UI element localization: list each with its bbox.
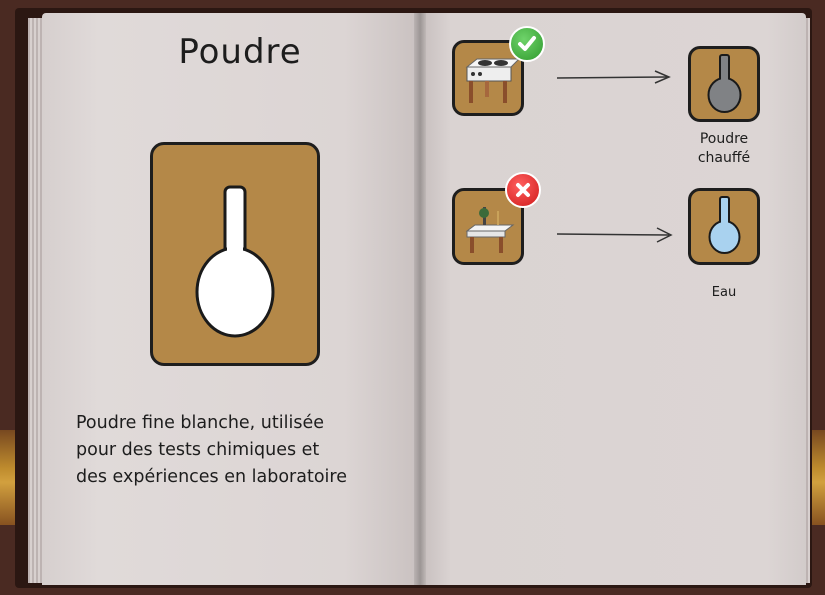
recipe-2-result-label: Eau [686, 283, 762, 302]
recipe-1-result-label-line-1: Poudre [699, 131, 749, 147]
recipe-1-result-label: Poudre chauffé [686, 130, 762, 168]
recipe-2-result-tile[interactable] [688, 188, 760, 265]
cross-icon [505, 172, 541, 208]
description-line-3: des expériences en laboratoire [76, 467, 347, 487]
recipe-1-result-label-line-2: chauffé [697, 150, 751, 166]
recipe-1-arrow [556, 70, 671, 84]
recipe-2-result-label-line-1: Eau [711, 285, 737, 300]
recipe-2-arrow [556, 227, 673, 243]
flask-white-icon [195, 185, 275, 338]
book-spine [414, 13, 426, 585]
check-icon [509, 26, 545, 62]
item-description: Poudre fine blanche, utilisée pour des t… [76, 410, 416, 491]
item-title: Poudre [178, 32, 302, 72]
flask-lightblue-icon [708, 196, 741, 254]
description-line-2: pour des tests chimiques et [76, 440, 320, 460]
recipe-1-result-tile[interactable] [688, 46, 760, 122]
description-line-1: Poudre fine blanche, utilisée [76, 413, 324, 433]
flask-gray-icon [707, 54, 742, 113]
item-card [150, 142, 320, 366]
